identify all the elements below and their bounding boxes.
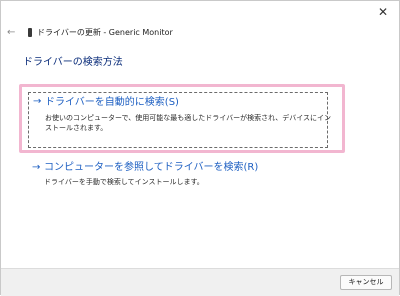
back-button[interactable]: ← [7, 25, 19, 41]
search-automatically-option[interactable]: → ドライバーを自動的に検索(S) お使いのコンピューターで、使用可能な最も適し… [28, 92, 331, 148]
page-title: ドライバーの検索方法 [23, 57, 123, 68]
option-description: ドライバーを手動で検索してインストールします。 [44, 178, 204, 186]
back-arrow-icon: ← [7, 27, 16, 38]
option-label: ドライバーを自動的に検索(S) [45, 97, 179, 108]
driver-update-dialog: ✕ ← ドライバーの更新 - Generic Monitor ドライバーの検索方… [0, 0, 400, 296]
option-label: コンピューターを参照してドライバーを検索(R) [44, 162, 259, 173]
option-description: お使いのコンピューターで、使用可能な最も適したドライバーが検索され、デバイスにイ… [45, 114, 332, 132]
dialog-footer: キャンセル [1, 268, 399, 296]
cancel-button[interactable]: キャンセル [340, 275, 392, 290]
device-icon [28, 28, 32, 37]
arrow-right-icon: → [33, 96, 42, 107]
close-icon: ✕ [377, 5, 389, 19]
dialog-header: ← ドライバーの更新 - Generic Monitor [1, 25, 399, 41]
window-title: ドライバーの更新 - Generic Monitor [37, 28, 173, 37]
close-button[interactable]: ✕ [373, 3, 393, 21]
arrow-right-icon: → [32, 162, 41, 173]
browse-computer-option[interactable]: → コンピューターを参照してドライバーを検索(R) ドライバーを手動で検索してイ… [28, 161, 328, 187]
